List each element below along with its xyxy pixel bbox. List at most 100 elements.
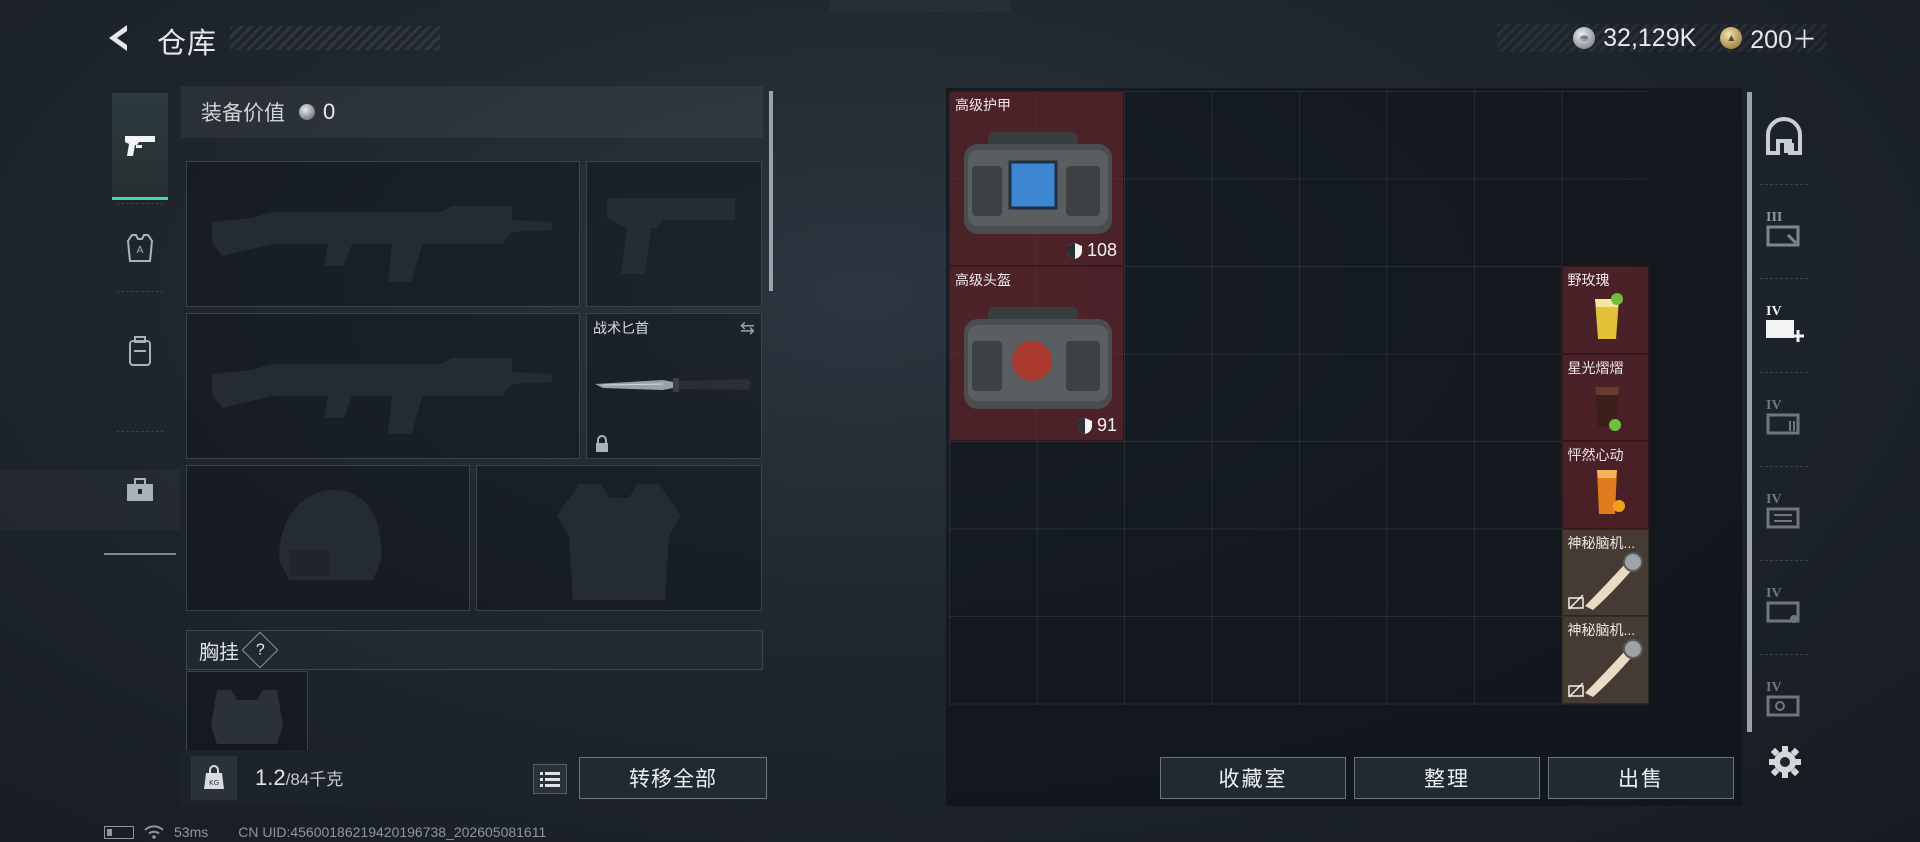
helmet-slot[interactable] [186, 465, 470, 611]
tab-storage-iv-3[interactable]: IV [1752, 564, 1816, 650]
settings-button[interactable] [1765, 742, 1805, 782]
tab-armor[interactable]: A [104, 207, 176, 289]
lock-icon [596, 435, 608, 452]
swap-icon[interactable]: ⇆ [740, 318, 755, 339]
currency-bar: ⛂ 32,129K ▲ 200＋ [1497, 23, 1827, 54]
gold-currency-value[interactable]: 200＋ [1750, 20, 1817, 56]
tab-divider [1760, 372, 1808, 373]
item-durability-value: 108 [1086, 240, 1117, 260]
body-armor-slot[interactable] [476, 465, 762, 611]
tab-divider [116, 431, 164, 432]
tab-safe-house[interactable] [1752, 94, 1816, 180]
warehouse-item-brain-device-2[interactable]: 神秘脑机... [1561, 616, 1649, 704]
warehouse-item-starlight[interactable]: 星光熠熠 [1561, 353, 1649, 441]
tab-backpack[interactable] [104, 295, 176, 407]
storage-level: IV [1766, 398, 1782, 413]
equipment-scrollbar[interactable] [769, 91, 773, 291]
tab-divider [116, 203, 164, 204]
primary-weapon-slot-1[interactable] [186, 161, 580, 307]
weight-max: /84千克 [285, 770, 344, 789]
help-icon: ? [255, 641, 265, 658]
item-name: 野玫瑰 [1567, 272, 1610, 288]
tactical-knife-icon [595, 378, 751, 392]
status-bar: 53ms CN UID:456001862194201967​38_202605… [104, 822, 546, 842]
carry-weight: 1.2/84千克 [255, 765, 343, 791]
cocktail-dark-icon [1594, 386, 1621, 431]
brain-device-icon [1584, 639, 1643, 697]
back-button[interactable] [100, 18, 140, 58]
warehouse-item-advanced-armor[interactable]: 高级护甲 108 [949, 91, 1124, 266]
svg-text:KG: KG [209, 779, 219, 787]
tab-storage-iv-2[interactable]: IV [1752, 470, 1816, 556]
armor-vest-icon: A [126, 234, 154, 262]
armor-silhouette-icon [557, 484, 681, 600]
equipment-category-tabs: A [104, 85, 176, 555]
tab-divider [1760, 278, 1808, 279]
cocktail-orange-icon [1596, 470, 1625, 514]
equipment-value-label: 装备价值 [201, 102, 285, 125]
sell-button[interactable]: 出售 [1548, 757, 1734, 799]
weight-current: 1.2 [255, 765, 286, 790]
warehouse-item-wild-rose[interactable]: 野玫瑰 [1561, 266, 1649, 354]
silver-currency-value: 32,129K [1603, 23, 1697, 52]
tab-storage-iii[interactable]: III [1752, 188, 1816, 274]
chest-rig-slot[interactable] [186, 671, 308, 751]
tab-storage-iv-4[interactable]: IV [1752, 658, 1816, 744]
warehouse-item-brain-device-1[interactable]: 神秘脑机... [1561, 528, 1649, 616]
tab-storage-iv-1[interactable]: IV [1752, 376, 1816, 462]
warehouse-grid[interactable]: 高级护甲 108 高级头盔 91 野玫瑰 星光熠熠 怦然心动 神秘脑机... 神… [949, 91, 1649, 705]
list-view-button[interactable] [533, 764, 567, 794]
battery-icon [104, 825, 134, 839]
backpack-weight-button[interactable]: KG [191, 756, 237, 800]
tab-divider [1760, 184, 1808, 185]
chest-rig-label: 胸挂 [199, 641, 239, 664]
tab-storage-iv-add[interactable]: IV [1752, 282, 1816, 368]
equipment-value: 0 [323, 99, 336, 124]
silver-coin-icon: ⛂ [1573, 27, 1596, 49]
transfer-all-button[interactable]: 转移全部 [579, 757, 767, 799]
toolbox-icon [127, 478, 153, 501]
list-icon [540, 772, 560, 787]
warehouse-actions: 收藏室 整理 出售 [946, 750, 1742, 806]
backpack-icon [129, 336, 151, 366]
organize-button[interactable]: 整理 [1354, 757, 1540, 799]
item-name: 高级护甲 [955, 97, 1011, 113]
gold-coin-icon: ▲ [1720, 27, 1743, 49]
page-title: 仓库 [157, 28, 218, 60]
svg-text:A: A [137, 245, 144, 256]
equipment-value-header: 装备价值 0 [181, 86, 763, 138]
storage-level: IV [1766, 680, 1782, 695]
chest-rig-header: 胸挂 ? [186, 630, 763, 670]
helmet-case-icon [964, 307, 1112, 409]
collection-room-button[interactable]: 收藏室 [1160, 757, 1346, 799]
primary-weapon-slot-2[interactable] [186, 313, 580, 459]
tab-gear-case[interactable] [104, 435, 176, 545]
storage-level: III [1766, 210, 1783, 225]
wifi-icon [144, 825, 164, 839]
no-trade-icon [1567, 594, 1584, 610]
storage-tabs: III IV IV IV IV IV [1752, 90, 1816, 720]
brain-device-icon [1584, 551, 1643, 610]
warehouse-item-advanced-helmet[interactable]: 高级头盔 91 [949, 266, 1124, 441]
sidearm-slot[interactable] [586, 161, 762, 307]
melee-slot-label: 战术匕首 [593, 320, 649, 336]
storage-level: IV [1766, 304, 1782, 319]
gear-icon [1769, 746, 1801, 778]
weight-bag-icon: KG [204, 765, 224, 789]
tab-divider [1760, 466, 1808, 467]
armor-case-icon [964, 132, 1112, 234]
chest-rig-silhouette-icon [211, 690, 283, 744]
pistol-icon [125, 136, 155, 156]
tab-divider [1760, 654, 1808, 655]
silver-coin-icon [299, 104, 315, 120]
warehouse-grid-panel: 高级护甲 108 高级头盔 91 野玫瑰 星光熠熠 怦然心动 神秘脑机... 神… [946, 88, 1742, 806]
help-button[interactable]: ? [241, 631, 279, 669]
storage-level: IV [1766, 492, 1782, 507]
pistol-silhouette-icon [607, 198, 735, 274]
warehouse-item-heartbeat[interactable]: 怦然心动 [1561, 441, 1649, 529]
storage-level: IV [1766, 586, 1782, 601]
rifle-silhouette-icon [212, 358, 552, 434]
cocktail-yellow-icon [1594, 293, 1623, 339]
tab-weapons[interactable] [112, 93, 168, 200]
melee-slot[interactable]: 战术匕首 ⇆ [586, 313, 762, 459]
